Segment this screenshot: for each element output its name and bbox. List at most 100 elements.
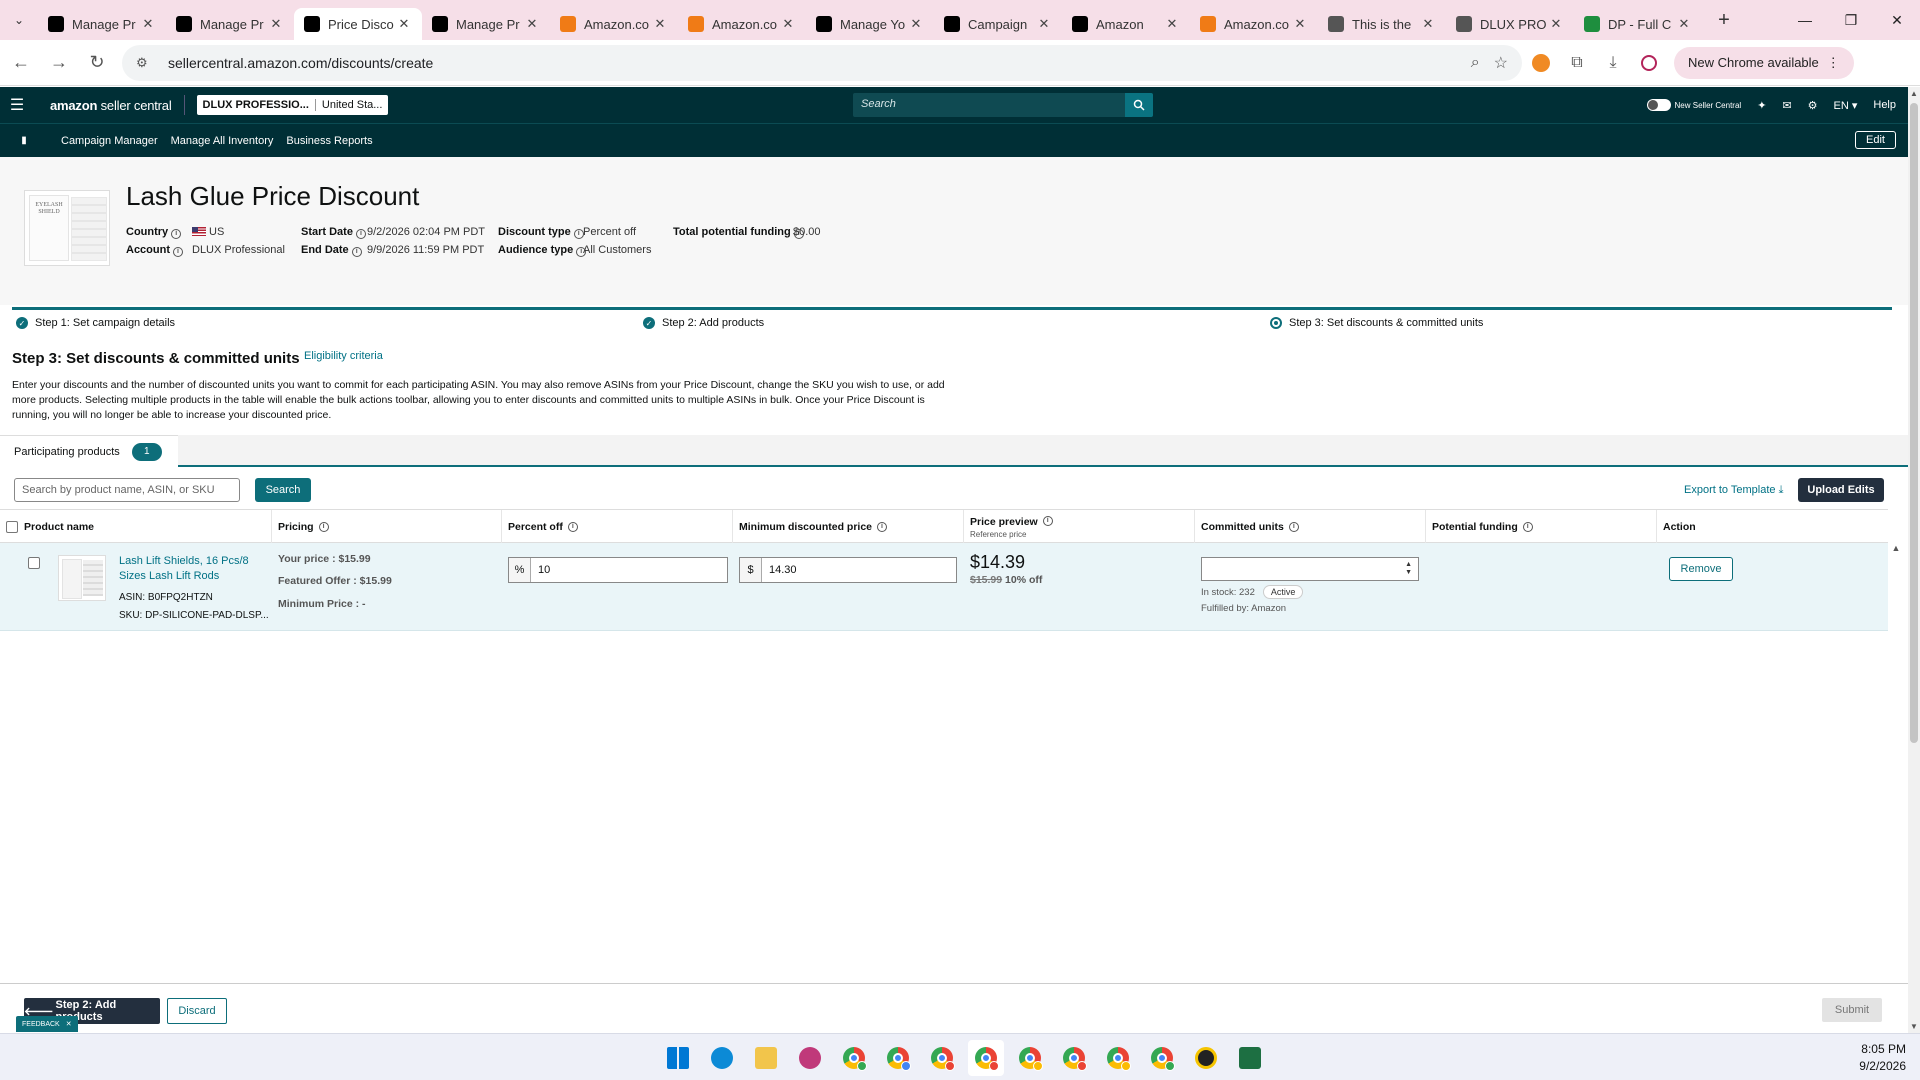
hamburger-menu-icon[interactable]: ☰: [0, 95, 34, 115]
edge-icon[interactable]: [704, 1040, 740, 1076]
site-info-icon[interactable]: ⚙: [136, 55, 156, 71]
close-tab-icon[interactable]: ✕: [1420, 16, 1436, 32]
discard-button[interactable]: Discard: [167, 998, 227, 1024]
product-search-button[interactable]: Search: [255, 478, 311, 502]
close-tab-icon[interactable]: ✕: [1676, 16, 1692, 32]
step-2[interactable]: ✓ Step 2: Add products: [643, 317, 764, 329]
scroll-up-arrow-icon[interactable]: ▲: [1888, 543, 1904, 553]
scroll-up-icon[interactable]: ▲: [1910, 89, 1918, 98]
edit-nav-button[interactable]: Edit: [1855, 131, 1896, 149]
submit-button[interactable]: Submit: [1822, 998, 1882, 1022]
browser-tab[interactable]: Manage Pr ✕: [422, 8, 550, 40]
extension-orange-icon[interactable]: [1524, 46, 1558, 80]
settings-gear-icon[interactable]: ⚙: [1808, 99, 1818, 112]
feedback-tab[interactable]: FEEDBACK ✕: [16, 1016, 78, 1032]
info-icon[interactable]: i: [1042, 516, 1053, 526]
scroll-down-icon[interactable]: ▼: [1910, 1022, 1918, 1031]
chrome-icon[interactable]: [1012, 1040, 1048, 1076]
tab-search-chevron-icon[interactable]: ⌄: [0, 0, 38, 40]
close-tab-icon[interactable]: ✕: [1292, 16, 1308, 32]
close-tab-icon[interactable]: ✕: [1164, 16, 1180, 32]
taskbar-clock[interactable]: 8:05 PM 9/2/2026: [1859, 1041, 1906, 1075]
info-icon[interactable]: i: [351, 247, 362, 257]
product-search-input[interactable]: Search by product name, ASIN, or SKU: [14, 478, 240, 502]
close-icon[interactable]: ✕: [66, 1020, 72, 1028]
chrome-icon[interactable]: [1056, 1040, 1092, 1076]
info-icon[interactable]: i: [877, 522, 888, 532]
windows-start-icon[interactable]: [660, 1040, 696, 1076]
browser-tab[interactable]: DP - Full C ✕: [1574, 8, 1702, 40]
mail-icon[interactable]: ✉: [1782, 99, 1791, 112]
zoom-icon[interactable]: ⌕: [1471, 54, 1480, 72]
excel-icon[interactable]: [1232, 1040, 1268, 1076]
file-explorer-icon[interactable]: [748, 1040, 784, 1076]
close-window-icon[interactable]: ✕: [1874, 0, 1920, 40]
browser-tab[interactable]: DLUX PRO ✕: [1446, 8, 1574, 40]
restore-icon[interactable]: ❐: [1828, 0, 1874, 40]
snipping-tool-icon[interactable]: [792, 1040, 828, 1076]
bookmark-icon[interactable]: ▮: [0, 135, 48, 146]
forward-arrow-icon[interactable]: →: [42, 46, 76, 80]
stepper-arrows-icon[interactable]: ▲ ▼: [1405, 561, 1412, 577]
info-icon[interactable]: i: [1288, 522, 1299, 532]
new-tab-button[interactable]: +: [1708, 9, 1740, 32]
info-icon[interactable]: i: [171, 229, 182, 239]
new-chrome-available-button[interactable]: New Chrome available ⋮: [1674, 46, 1854, 79]
browser-tab[interactable]: Campaign ✕: [934, 8, 1062, 40]
reload-icon[interactable]: ↻: [80, 46, 114, 80]
browser-tab[interactable]: Price Disco ✕: [294, 8, 422, 40]
page-scrollbar[interactable]: ▲ ▼: [1908, 87, 1920, 1033]
close-tab-icon[interactable]: ✕: [140, 16, 156, 32]
browser-tab[interactable]: Amazon ✕: [1062, 8, 1190, 40]
close-tab-icon[interactable]: ✕: [1036, 16, 1052, 32]
close-tab-icon[interactable]: ✕: [1548, 16, 1564, 32]
header-search-input[interactable]: Search: [853, 93, 1125, 117]
profile-icon[interactable]: [1632, 46, 1666, 80]
upload-edits-button[interactable]: Upload Edits: [1798, 478, 1884, 502]
bookmark-star-icon[interactable]: ☆: [1494, 53, 1508, 73]
extensions-puzzle-icon[interactable]: ⧉: [1560, 46, 1594, 80]
product-sku[interactable]: SKU: DP-SILICONE-PAD-DLSP...: [119, 610, 269, 621]
select-all-checkbox[interactable]: [6, 521, 18, 533]
browser-tab[interactable]: Manage Yo ✕: [806, 8, 934, 40]
close-tab-icon[interactable]: ✕: [908, 16, 924, 32]
info-icon[interactable]: i: [173, 247, 183, 257]
header-search-button[interactable]: [1125, 93, 1153, 117]
min-discounted-price-input[interactable]: $ 14.30: [739, 557, 957, 583]
browser-tab[interactable]: Amazon.co ✕: [550, 8, 678, 40]
tab-participating-products[interactable]: Participating products 1: [0, 435, 178, 467]
row-checkbox[interactable]: [28, 557, 40, 569]
browser-tab[interactable]: Amazon.co ✕: [678, 8, 806, 40]
messages-icon[interactable]: [1188, 1040, 1224, 1076]
eligibility-criteria-link[interactable]: Eligibility criteria: [304, 350, 383, 362]
remove-button[interactable]: Remove: [1669, 557, 1733, 581]
step-1[interactable]: ✓ Step 1: Set campaign details: [16, 317, 175, 329]
close-tab-icon[interactable]: ✕: [268, 16, 284, 32]
info-icon[interactable]: i: [355, 229, 366, 239]
back-arrow-icon[interactable]: ←: [4, 46, 38, 80]
download-icon[interactable]: ⤓: [1596, 46, 1630, 80]
browser-tab[interactable]: Manage Pr ✕: [166, 8, 294, 40]
chrome-icon[interactable]: [880, 1040, 916, 1076]
sparkle-icon[interactable]: ✦: [1757, 99, 1766, 112]
browser-tab[interactable]: Manage Pr ✕: [38, 8, 166, 40]
account-switcher[interactable]: DLUX PROFESSIO... United Sta...: [196, 95, 389, 115]
chrome-icon[interactable]: [924, 1040, 960, 1076]
chrome-icon[interactable]: [1144, 1040, 1180, 1076]
percent-off-input[interactable]: % 10: [508, 557, 728, 583]
browser-tab[interactable]: Amazon.co ✕: [1190, 8, 1318, 40]
subnav-campaign-manager[interactable]: Campaign Manager: [61, 135, 158, 147]
browser-tab[interactable]: This is the ✕: [1318, 8, 1446, 40]
info-icon[interactable]: i: [1522, 522, 1533, 532]
subnav-manage-all-inventory[interactable]: Manage All Inventory: [171, 135, 274, 147]
close-tab-icon[interactable]: ✕: [524, 16, 540, 32]
info-icon[interactable]: i: [318, 522, 329, 532]
chrome-icon[interactable]: [968, 1040, 1004, 1076]
chrome-icon[interactable]: [836, 1040, 872, 1076]
info-icon[interactable]: i: [567, 522, 578, 532]
minimize-icon[interactable]: —: [1782, 0, 1828, 40]
new-seller-central-toggle[interactable]: New Seller Central: [1646, 99, 1741, 112]
seller-central-logo[interactable]: amazon seller central: [50, 98, 172, 113]
table-scrollbar[interactable]: ▲: [1888, 543, 1904, 1033]
product-name-link[interactable]: Lash Lift Shields, 16 Pcs/8 Sizes Lash L…: [119, 554, 259, 584]
